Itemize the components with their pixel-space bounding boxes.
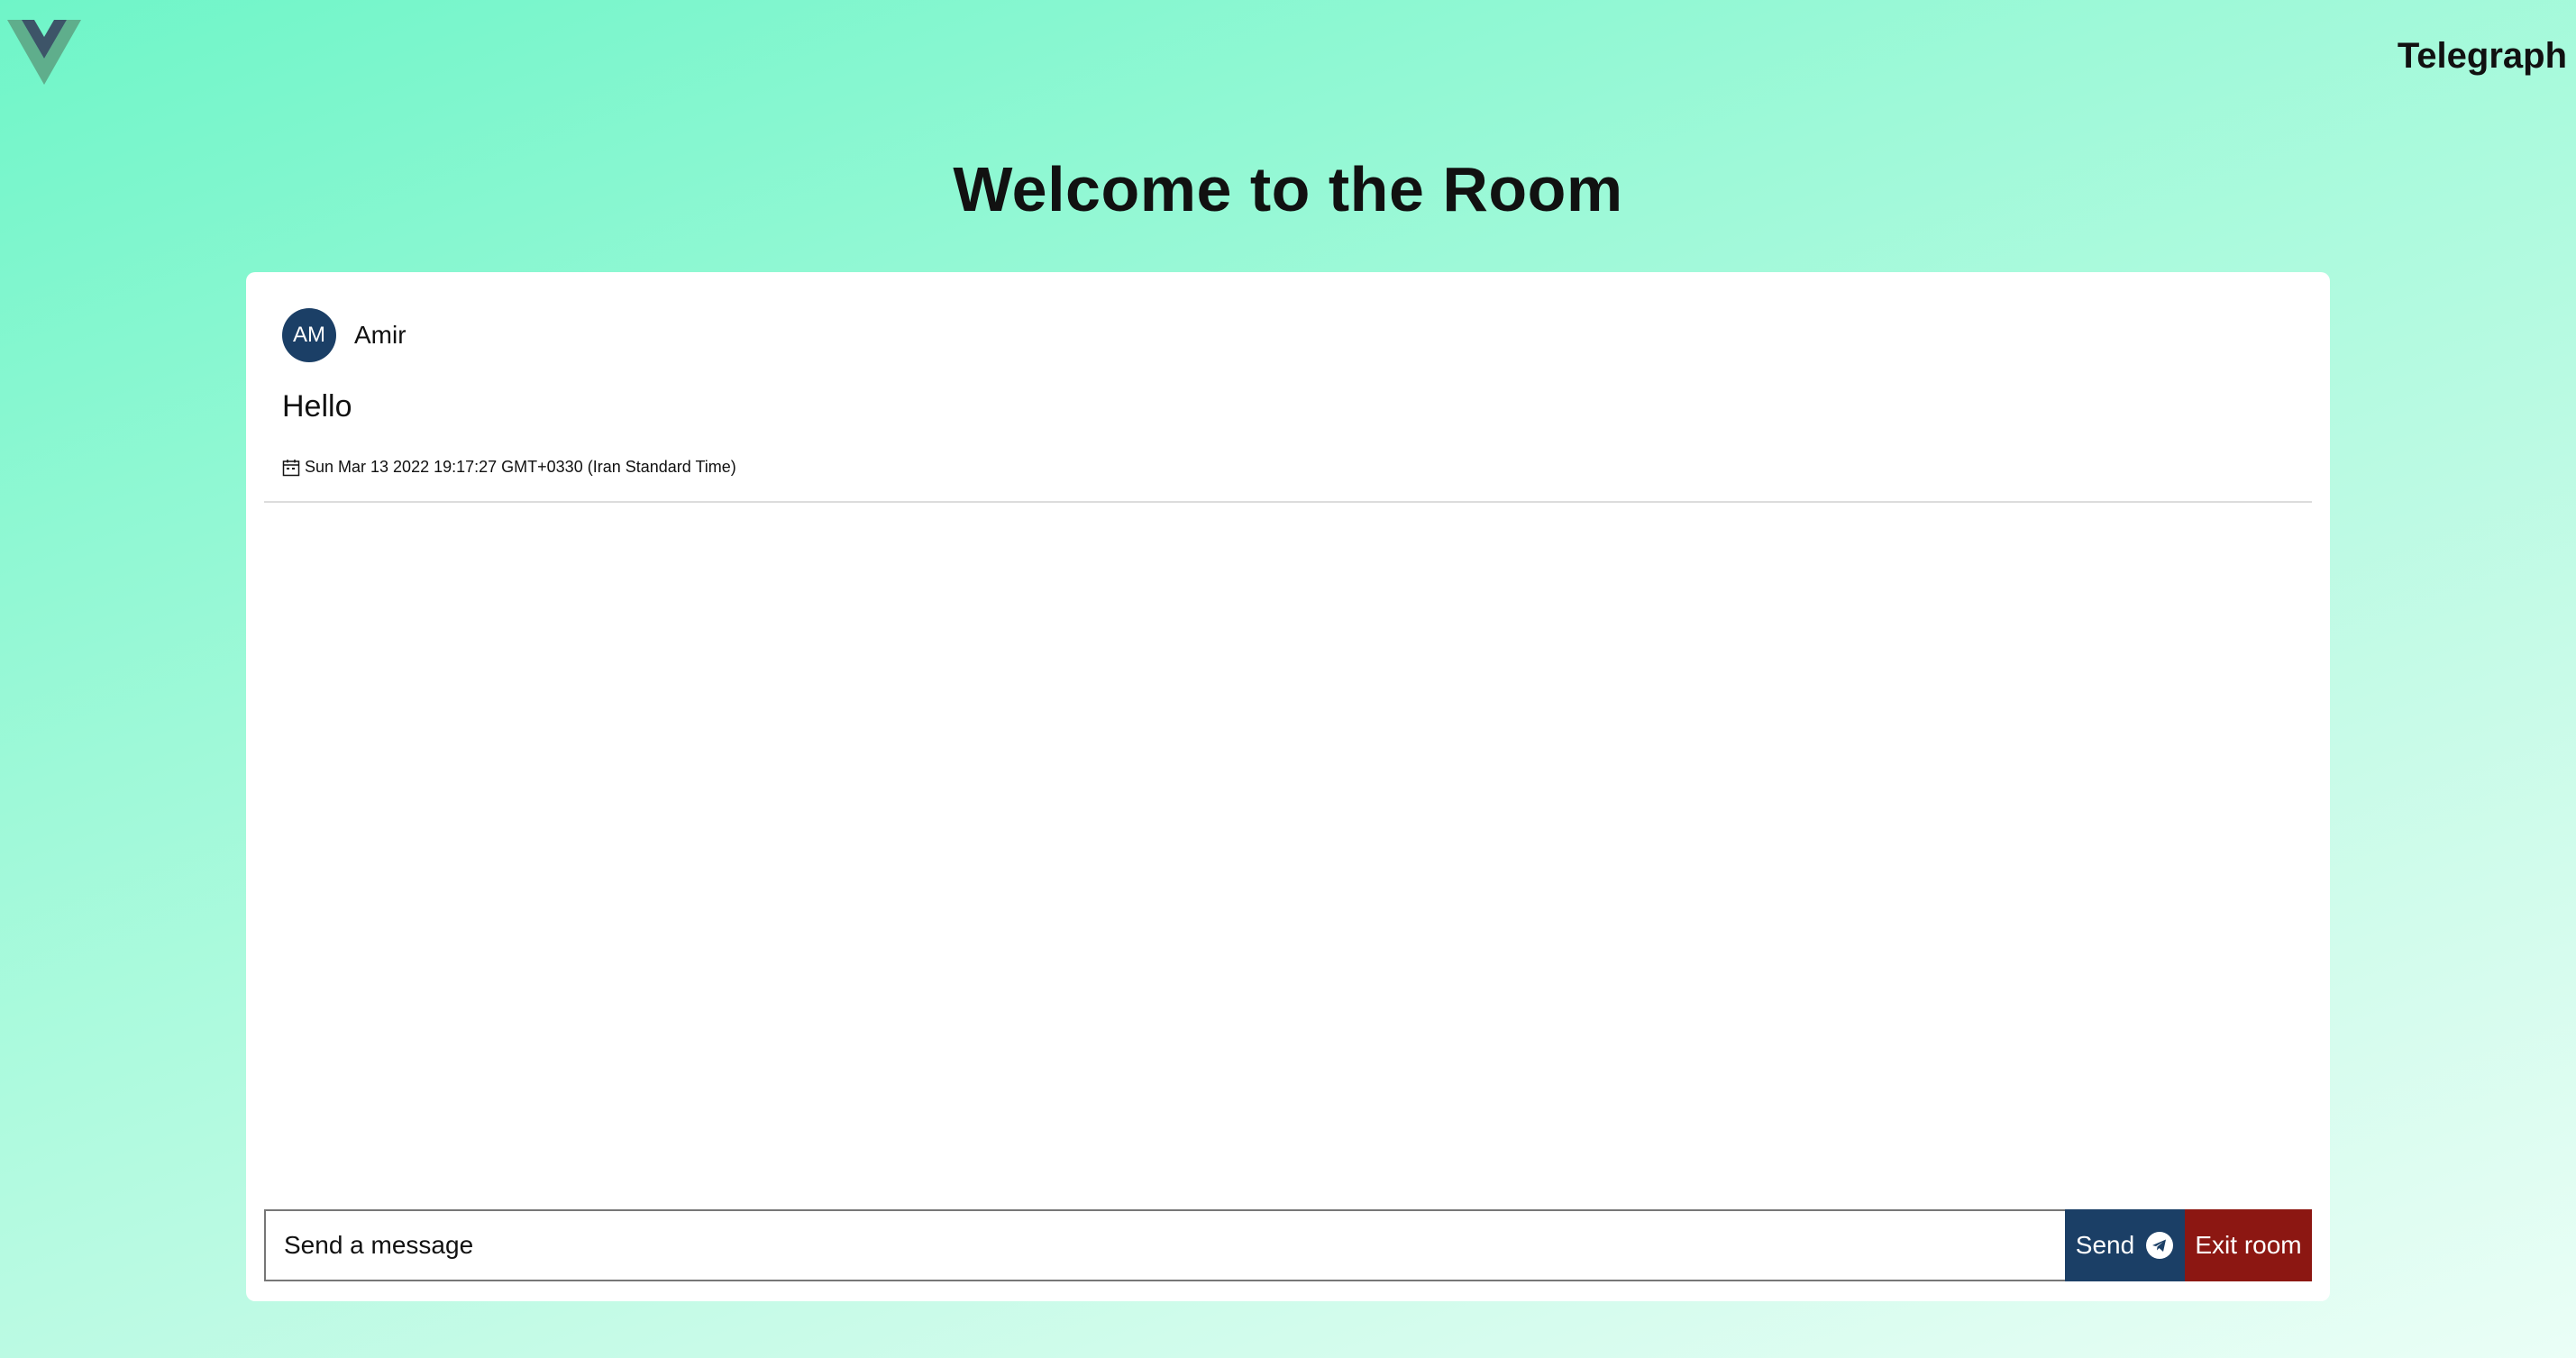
page-title: Welcome to the Room <box>953 154 1623 224</box>
exit-room-button[interactable]: Exit room <box>2185 1209 2312 1281</box>
timestamp-text: Sun Mar 13 2022 19:17:27 GMT+0330 (Iran … <box>305 458 736 476</box>
telegram-send-icon <box>2146 1232 2174 1259</box>
message-header: AM Amir <box>282 308 406 362</box>
message-composer: Send Exit room <box>264 1209 2312 1281</box>
brand-title[interactable]: Telegraph <box>2398 36 2567 77</box>
message-input[interactable] <box>264 1209 2065 1281</box>
calendar-icon <box>282 459 300 476</box>
send-button-label: Send <box>2075 1231 2135 1259</box>
send-button[interactable]: Send <box>2065 1209 2185 1281</box>
sender-name: Amir <box>354 321 406 349</box>
vue-logo-icon[interactable] <box>7 20 81 85</box>
message-timestamp: Sun Mar 13 2022 19:17:27 GMT+0330 (Iran … <box>282 458 736 477</box>
message-item: AM Amir Hello Sun Mar 13 2022 19:17:27 G… <box>264 272 2312 503</box>
chat-room-card: AM Amir Hello Sun Mar 13 2022 19:17:27 G… <box>246 272 2330 1301</box>
message-text: Hello <box>282 389 352 424</box>
avatar: AM <box>282 308 336 362</box>
